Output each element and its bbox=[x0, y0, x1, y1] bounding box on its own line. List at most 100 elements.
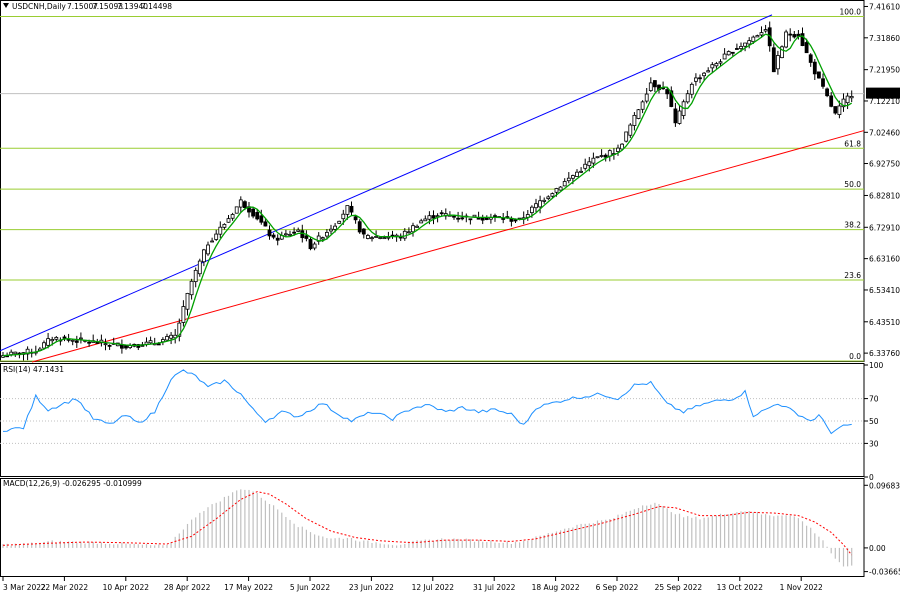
candle bbox=[329, 228, 333, 232]
candle bbox=[79, 337, 83, 340]
candle bbox=[603, 154, 608, 158]
candle bbox=[837, 105, 842, 115]
candle bbox=[579, 170, 583, 173]
candle bbox=[439, 212, 444, 215]
candle bbox=[242, 201, 247, 208]
trendline-lower[interactable] bbox=[31, 130, 865, 363]
candle bbox=[534, 203, 538, 209]
candle bbox=[730, 51, 735, 54]
candle bbox=[825, 88, 829, 97]
candle bbox=[702, 72, 706, 77]
candle bbox=[743, 42, 747, 47]
rsi-label: RSI(14) 47.1431 bbox=[3, 365, 64, 374]
candle bbox=[197, 260, 202, 275]
candle bbox=[706, 70, 711, 73]
candle bbox=[365, 235, 370, 239]
macd-pane[interactable] bbox=[0, 478, 865, 577]
candle bbox=[320, 237, 325, 240]
candle bbox=[566, 177, 571, 182]
price-tick-label: 7.41610 bbox=[869, 2, 900, 11]
candle bbox=[476, 217, 481, 220]
date-tick-label: 25 Sep 2022 bbox=[655, 583, 703, 592]
candle bbox=[718, 61, 723, 64]
candle bbox=[648, 82, 653, 91]
candle bbox=[821, 78, 825, 87]
price-tick-label: 6.63160 bbox=[869, 255, 900, 264]
candle bbox=[201, 249, 206, 263]
price-pane[interactable]: 100.0 61.8 50.0 38.2 23.6 0.0 bbox=[0, 0, 865, 363]
candle bbox=[42, 342, 46, 349]
candle bbox=[87, 341, 91, 344]
candle bbox=[312, 243, 317, 249]
candle bbox=[337, 220, 342, 224]
candle bbox=[283, 233, 288, 236]
candle bbox=[46, 338, 50, 346]
candle bbox=[193, 269, 198, 283]
date-tick-label: 10 Apr 2022 bbox=[103, 583, 150, 592]
date-tick-label: 31 Jul 2022 bbox=[473, 583, 516, 592]
candle bbox=[665, 89, 670, 95]
fib-label-38.2: 38.2 bbox=[844, 221, 861, 230]
candle bbox=[804, 42, 809, 54]
candle bbox=[763, 29, 768, 32]
candle bbox=[829, 95, 834, 107]
candle bbox=[747, 40, 752, 45]
candle bbox=[624, 131, 629, 142]
candle bbox=[776, 55, 780, 70]
candle bbox=[349, 205, 354, 213]
candle bbox=[222, 223, 227, 228]
rsi-pane[interactable] bbox=[0, 363, 865, 477]
price-tick-label: 6.92750 bbox=[869, 160, 900, 169]
price-tick-label: 6.43510 bbox=[869, 318, 900, 327]
candle bbox=[812, 61, 817, 75]
fib-label-0.0: 0.0 bbox=[849, 352, 861, 361]
candle bbox=[214, 233, 219, 240]
candle bbox=[673, 108, 678, 124]
candle bbox=[374, 236, 379, 238]
candle bbox=[181, 306, 186, 323]
candle bbox=[714, 63, 719, 67]
candle bbox=[817, 71, 821, 79]
candle bbox=[845, 95, 850, 104]
date-tick-label: 13 Oct 2022 bbox=[717, 583, 764, 592]
rsi-tick-label: 50 bbox=[869, 417, 879, 426]
candle bbox=[460, 217, 465, 220]
candle bbox=[595, 156, 600, 159]
candle bbox=[324, 231, 329, 237]
ohlc-close: 7.14498 bbox=[141, 2, 172, 11]
candle bbox=[148, 340, 153, 344]
candle bbox=[304, 235, 309, 239]
price-tick-label: 6.72910 bbox=[869, 223, 900, 232]
candle bbox=[107, 344, 112, 347]
date-tick-label: 18 Aug 2022 bbox=[532, 583, 580, 592]
candle bbox=[74, 340, 79, 343]
candle bbox=[353, 216, 358, 221]
candle bbox=[800, 33, 805, 46]
candle bbox=[267, 229, 272, 237]
candle bbox=[616, 147, 620, 152]
candle bbox=[386, 236, 391, 239]
candle bbox=[357, 221, 362, 233]
candle bbox=[189, 280, 194, 296]
candle bbox=[124, 345, 128, 349]
macd-tick-label: 0.00 bbox=[869, 544, 886, 553]
candle bbox=[66, 338, 71, 341]
trendline-upper[interactable] bbox=[0, 14, 773, 352]
candle bbox=[218, 226, 223, 235]
price-tick-label: 7.21950 bbox=[869, 66, 900, 75]
candle bbox=[550, 193, 555, 197]
candle bbox=[640, 101, 645, 110]
candle bbox=[120, 344, 124, 349]
price-tick-label: 7.02460 bbox=[869, 128, 900, 137]
candle bbox=[308, 239, 313, 250]
candle bbox=[206, 244, 210, 255]
candle bbox=[292, 231, 297, 234]
chart-svg[interactable]: 100.0 61.8 50.0 38.2 23.6 0.0 7.41610 7.31860 7… bbox=[0, 0, 900, 596]
candle bbox=[735, 48, 739, 50]
candle bbox=[636, 109, 641, 119]
date-tick-label: 17 May 2022 bbox=[224, 583, 273, 592]
dropdown-triangle-icon[interactable] bbox=[3, 3, 9, 8]
rsi-tick-label: 30 bbox=[869, 439, 879, 448]
candle bbox=[694, 77, 698, 82]
candle bbox=[54, 337, 59, 340]
